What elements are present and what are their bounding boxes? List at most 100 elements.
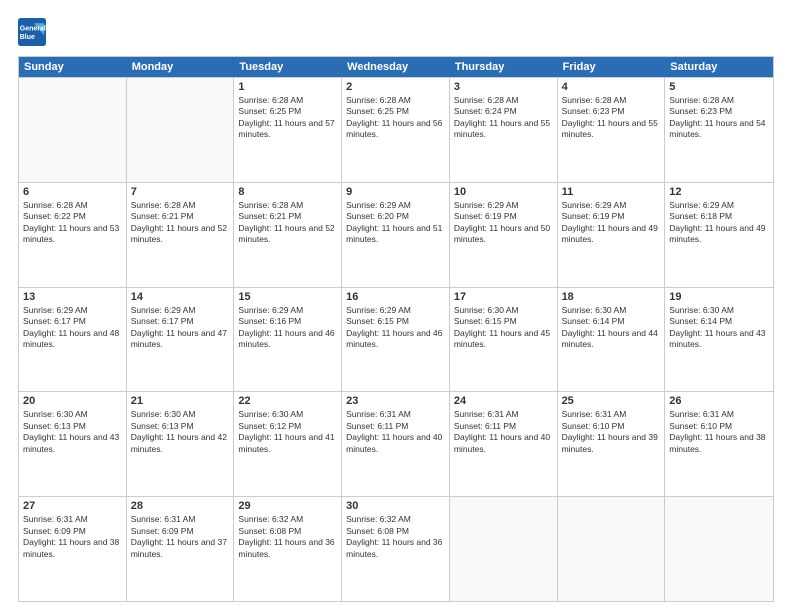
day-number: 4: [562, 81, 661, 93]
day-number: 5: [669, 81, 769, 93]
day-cell: 15Sunrise: 6:29 AMSunset: 6:16 PMDayligh…: [234, 288, 342, 392]
day-cell: 5 Sunrise: 6:28 AMSunset: 6:23 PMDaylight…: [665, 78, 773, 182]
day-info: Sunrise: 6:30 AMSunset: 6:15 PMDaylight:…: [454, 305, 553, 351]
day-info: Sunrise: 6:30 AMSunset: 6:12 PMDaylight:…: [238, 409, 337, 455]
day-cell: 2Sunrise: 6:28 AMSunset: 6:25 PMDaylight…: [342, 78, 450, 182]
day-number: 18: [562, 291, 661, 303]
day-number: 22: [238, 395, 337, 407]
day-info: Sunrise: 6:29 AMSunset: 6:17 PMDaylight:…: [131, 305, 230, 351]
svg-text:General: General: [20, 25, 46, 32]
day-cell: 17 Sunrise: 6:30 AMSunset: 6:15 PMDayligh…: [450, 288, 558, 392]
day-cell: [19, 78, 127, 182]
day-number: 30: [346, 500, 445, 512]
day-info: Sunrise: 6:29 AMSunset: 6:18 PMDaylight:…: [669, 200, 769, 246]
day-cell: 9Sunrise: 6:29 AMSunset: 6:20 PMDaylight…: [342, 183, 450, 287]
day-cell: 4 Sunrise: 6:28 AMSunset: 6:23 PMDaylight…: [558, 78, 666, 182]
day-info: Sunrise: 6:28 AMSunset: 6:25 PMDaylight:…: [238, 95, 337, 141]
day-info: Sunrise: 6:28 AMSunset: 6:21 PMDaylight:…: [131, 200, 230, 246]
day-number: 12: [669, 186, 769, 198]
day-number: 17: [454, 291, 553, 303]
day-info: Sunrise: 6:32 AMSunset: 6:08 PMDaylight:…: [238, 514, 337, 560]
header-cell-thursday: Thursday: [450, 57, 558, 77]
calendar-body: 1 Sunrise: 6:28 AMSunset: 6:25 PMDaylight…: [19, 77, 773, 601]
week-row-3: 13 Sunrise: 6:29 AMSunset: 6:17 PMDayligh…: [19, 287, 773, 392]
day-info: Sunrise: 6:31 AMSunset: 6:11 PMDaylight:…: [454, 409, 553, 455]
header: General Blue: [18, 18, 774, 46]
logo-icon: General Blue: [18, 18, 46, 46]
day-info: Sunrise: 6:28 AMSunset: 6:24 PMDaylight:…: [454, 95, 553, 141]
day-info: Sunrise: 6:29 AMSunset: 6:17 PMDaylight:…: [23, 305, 122, 351]
page: General Blue SundayMondayTuesdayWednesda…: [0, 0, 792, 612]
calendar: SundayMondayTuesdayWednesdayThursdayFrid…: [18, 56, 774, 602]
day-number: 20: [23, 395, 122, 407]
day-cell: 6 Sunrise: 6:28 AMSunset: 6:22 PMDaylight…: [19, 183, 127, 287]
day-cell: 25Sunrise: 6:31 AMSunset: 6:10 PMDayligh…: [558, 392, 666, 496]
week-row-4: 20 Sunrise: 6:30 AMSunset: 6:13 PMDayligh…: [19, 391, 773, 496]
day-cell: [558, 497, 666, 601]
day-cell: [127, 78, 235, 182]
day-number: 14: [131, 291, 230, 303]
day-number: 16: [346, 291, 445, 303]
day-info: Sunrise: 6:30 AMSunset: 6:14 PMDaylight:…: [562, 305, 661, 351]
day-cell: 28Sunrise: 6:31 AMSunset: 6:09 PMDayligh…: [127, 497, 235, 601]
day-cell: 8 Sunrise: 6:28 AMSunset: 6:21 PMDaylight…: [234, 183, 342, 287]
day-info: Sunrise: 6:31 AMSunset: 6:10 PMDaylight:…: [669, 409, 769, 455]
day-cell: 7Sunrise: 6:28 AMSunset: 6:21 PMDaylight…: [127, 183, 235, 287]
week-row-2: 6 Sunrise: 6:28 AMSunset: 6:22 PMDaylight…: [19, 182, 773, 287]
header-cell-saturday: Saturday: [665, 57, 773, 77]
day-cell: 21Sunrise: 6:30 AMSunset: 6:13 PMDayligh…: [127, 392, 235, 496]
day-info: Sunrise: 6:31 AMSunset: 6:09 PMDaylight:…: [23, 514, 122, 560]
day-number: 11: [562, 186, 661, 198]
day-info: Sunrise: 6:30 AMSunset: 6:13 PMDaylight:…: [23, 409, 122, 455]
day-number: 21: [131, 395, 230, 407]
day-number: 6: [23, 186, 122, 198]
logo: General Blue: [18, 18, 46, 46]
day-info: Sunrise: 6:28 AMSunset: 6:23 PMDaylight:…: [562, 95, 661, 141]
day-number: 15: [238, 291, 337, 303]
day-cell: 14 Sunrise: 6:29 AMSunset: 6:17 PMDayligh…: [127, 288, 235, 392]
day-cell: [450, 497, 558, 601]
day-cell: 1 Sunrise: 6:28 AMSunset: 6:25 PMDaylight…: [234, 78, 342, 182]
day-cell: 20 Sunrise: 6:30 AMSunset: 6:13 PMDayligh…: [19, 392, 127, 496]
day-number: 1: [238, 81, 337, 93]
day-cell: 22 Sunrise: 6:30 AMSunset: 6:12 PMDayligh…: [234, 392, 342, 496]
svg-text:Blue: Blue: [20, 34, 35, 41]
day-number: 28: [131, 500, 230, 512]
day-info: Sunrise: 6:29 AMSunset: 6:19 PMDaylight:…: [454, 200, 553, 246]
day-cell: 13 Sunrise: 6:29 AMSunset: 6:17 PMDayligh…: [19, 288, 127, 392]
day-cell: 24 Sunrise: 6:31 AMSunset: 6:11 PMDayligh…: [450, 392, 558, 496]
day-number: 3: [454, 81, 553, 93]
header-cell-friday: Friday: [558, 57, 666, 77]
day-number: 27: [23, 500, 122, 512]
day-info: Sunrise: 6:29 AMSunset: 6:15 PMDaylight:…: [346, 305, 445, 351]
day-cell: 27 Sunrise: 6:31 AMSunset: 6:09 PMDayligh…: [19, 497, 127, 601]
day-info: Sunrise: 6:28 AMSunset: 6:23 PMDaylight:…: [669, 95, 769, 141]
day-info: Sunrise: 6:28 AMSunset: 6:25 PMDaylight:…: [346, 95, 445, 141]
week-row-1: 1 Sunrise: 6:28 AMSunset: 6:25 PMDaylight…: [19, 77, 773, 182]
day-number: 23: [346, 395, 445, 407]
day-cell: 12 Sunrise: 6:29 AMSunset: 6:18 PMDayligh…: [665, 183, 773, 287]
day-number: 25: [562, 395, 661, 407]
header-cell-sunday: Sunday: [19, 57, 127, 77]
day-cell: 11Sunrise: 6:29 AMSunset: 6:19 PMDayligh…: [558, 183, 666, 287]
day-info: Sunrise: 6:28 AMSunset: 6:21 PMDaylight:…: [238, 200, 337, 246]
day-cell: 3 Sunrise: 6:28 AMSunset: 6:24 PMDaylight…: [450, 78, 558, 182]
day-number: 13: [23, 291, 122, 303]
day-info: Sunrise: 6:28 AMSunset: 6:22 PMDaylight:…: [23, 200, 122, 246]
day-cell: 30 Sunrise: 6:32 AMSunset: 6:08 PMDayligh…: [342, 497, 450, 601]
day-number: 29: [238, 500, 337, 512]
day-cell: 23Sunrise: 6:31 AMSunset: 6:11 PMDayligh…: [342, 392, 450, 496]
day-info: Sunrise: 6:29 AMSunset: 6:20 PMDaylight:…: [346, 200, 445, 246]
day-cell: 18 Sunrise: 6:30 AMSunset: 6:14 PMDayligh…: [558, 288, 666, 392]
header-cell-tuesday: Tuesday: [234, 57, 342, 77]
day-number: 8: [238, 186, 337, 198]
day-number: 24: [454, 395, 553, 407]
day-number: 26: [669, 395, 769, 407]
day-info: Sunrise: 6:32 AMSunset: 6:08 PMDaylight:…: [346, 514, 445, 560]
day-cell: [665, 497, 773, 601]
week-row-5: 27 Sunrise: 6:31 AMSunset: 6:09 PMDayligh…: [19, 496, 773, 601]
day-number: 10: [454, 186, 553, 198]
day-cell: 16 Sunrise: 6:29 AMSunset: 6:15 PMDayligh…: [342, 288, 450, 392]
day-info: Sunrise: 6:30 AMSunset: 6:14 PMDaylight:…: [669, 305, 769, 351]
day-cell: 29 Sunrise: 6:32 AMSunset: 6:08 PMDayligh…: [234, 497, 342, 601]
